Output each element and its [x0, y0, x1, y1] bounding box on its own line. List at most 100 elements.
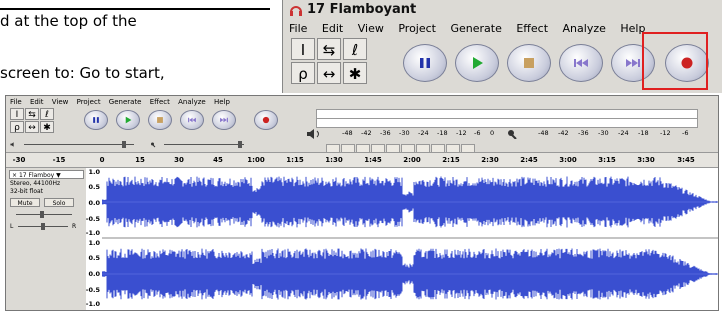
selection-tool[interactable]: I	[291, 38, 315, 60]
ruler-label: 1:00	[247, 156, 265, 164]
ruler-label: 3:15	[598, 156, 616, 164]
main-multi-tool[interactable]: ✱	[40, 121, 54, 133]
meter-tick: -18	[638, 129, 649, 137]
speaker-icon[interactable]	[306, 129, 328, 139]
audacity-window: File Edit View Project Generate Effect A…	[5, 95, 719, 311]
main-stop-button[interactable]	[148, 110, 172, 130]
solo-button[interactable]: Solo	[44, 198, 74, 207]
pan-thumb[interactable]	[41, 223, 45, 230]
input-volume-slider[interactable]	[164, 144, 244, 145]
microphone-icon[interactable]	[506, 129, 526, 139]
track-control-panel: × 17 Flamboy ▼ Stereo, 44100Hz 32-bit fl…	[6, 168, 87, 310]
meter-tick: -6	[682, 129, 689, 137]
track-bit-depth: 32-bit float	[10, 188, 44, 195]
ruler-label: -30	[12, 156, 26, 164]
main-menu-edit[interactable]: Edit	[30, 98, 44, 106]
meter-tick: -6	[474, 129, 481, 137]
output-volume-slider[interactable]	[24, 144, 134, 145]
track-format: Stereo, 44100Hz	[10, 180, 61, 187]
menu-edit[interactable]: Edit	[322, 22, 343, 35]
ruler-label: 3:00	[559, 156, 577, 164]
multi-tool[interactable]: ✱	[343, 62, 367, 84]
waveform-display[interactable]	[102, 168, 718, 310]
track-name-dropdown[interactable]: × 17 Flamboy ▼	[9, 170, 84, 179]
scale-label: -1.0	[85, 300, 100, 308]
menu-file[interactable]: File	[289, 22, 307, 35]
ruler-label: 2:15	[442, 156, 460, 164]
main-selection-tool[interactable]: I	[10, 108, 24, 120]
meter-tick: -36	[578, 129, 589, 137]
main-skip-start-icon	[188, 117, 196, 123]
main-menu-help[interactable]: Help	[214, 98, 230, 106]
main-record-button[interactable]	[254, 110, 278, 130]
ruler-label: 1:30	[325, 156, 343, 164]
ruler-label: 45	[213, 156, 223, 164]
main-envelope-tool[interactable]: ⇆	[25, 108, 39, 120]
main-menu-effect[interactable]: Effect	[150, 98, 170, 106]
stop-button[interactable]	[507, 44, 551, 82]
main-menu-view[interactable]: View	[52, 98, 69, 106]
skip-start-icon	[574, 59, 588, 67]
record-highlight	[642, 32, 708, 90]
main-menu-file[interactable]: File	[10, 98, 22, 106]
main-menu-project[interactable]: Project	[77, 98, 101, 106]
envelope-tool[interactable]: ⇆	[317, 38, 341, 60]
meter-tick: -42	[558, 129, 569, 137]
window-title-text: 17 Flamboyant	[307, 2, 417, 17]
doc-text-line2: screen to: Go to start,	[0, 64, 165, 82]
gain-thumb[interactable]	[40, 211, 44, 218]
main-draw-tool[interactable]: ℓ	[40, 108, 54, 120]
zoomed-toolbar-inset: 17 Flamboyant File Edit View Project Gen…	[282, 0, 722, 93]
page-rule	[0, 8, 270, 10]
scale-label: 0.0	[88, 270, 100, 278]
close-track-icon[interactable]: ×	[12, 172, 17, 179]
menu-project[interactable]: Project	[398, 22, 436, 35]
meter-tick: -36	[380, 129, 391, 137]
skip-to-start-button[interactable]	[559, 44, 603, 82]
output-volume-icon	[10, 142, 14, 147]
pause-icon	[420, 58, 430, 68]
input-volume-thumb[interactable]	[238, 141, 242, 148]
meter-tick: -12	[660, 129, 671, 137]
menu-generate[interactable]: Generate	[450, 22, 501, 35]
ruler-label: 1:15	[286, 156, 304, 164]
scale-label: 0.5	[88, 254, 100, 262]
tools-toolbar: I ⇆ ℓ ρ ↔ ✱	[291, 38, 367, 88]
draw-tool[interactable]: ℓ	[343, 38, 367, 60]
pause-button[interactable]	[403, 44, 447, 82]
mute-button[interactable]: Mute	[10, 198, 40, 207]
ruler-label: 2:30	[481, 156, 499, 164]
play-icon	[473, 57, 483, 69]
scale-label: 1.0	[88, 168, 100, 176]
meter-tick: -24	[618, 129, 629, 137]
main-skip-start-button[interactable]	[180, 110, 204, 130]
menu-analyze[interactable]: Analyze	[563, 22, 606, 35]
menu-effect[interactable]: Effect	[516, 22, 548, 35]
meter-tick: -48	[538, 129, 549, 137]
ruler-label: 3:45	[677, 156, 695, 164]
meter-tick: -18	[437, 129, 448, 137]
main-play-button[interactable]	[116, 110, 140, 130]
ruler-label: 1:45	[364, 156, 382, 164]
stop-icon	[524, 58, 534, 68]
zoom-tool[interactable]: ρ	[291, 62, 315, 84]
main-menu-generate[interactable]: Generate	[109, 98, 142, 106]
main-zoom-tool[interactable]: ρ	[10, 121, 24, 133]
main-pause-button[interactable]	[84, 110, 108, 130]
skip-end-icon	[626, 59, 640, 67]
menu-view[interactable]: View	[358, 22, 384, 35]
edit-toolbar	[326, 140, 476, 155]
ruler-label: 15	[135, 156, 145, 164]
gain-slider[interactable]	[16, 214, 72, 215]
main-timeshift-tool[interactable]: ↔	[25, 121, 39, 133]
output-volume-thumb[interactable]	[122, 141, 126, 148]
meter-tick: -42	[361, 129, 372, 137]
main-pause-icon	[93, 117, 99, 123]
main-menu-analyze[interactable]: Analyze	[178, 98, 206, 106]
main-skip-end-button[interactable]	[212, 110, 236, 130]
timeshift-tool[interactable]: ↔	[317, 62, 341, 84]
main-play-icon	[125, 116, 132, 124]
play-button[interactable]	[455, 44, 499, 82]
menubar: File Edit View Project Generate Effect A…	[289, 22, 656, 35]
timeline-ruler[interactable]: -30 -15 0 15 30 45 1:00 1:15 1:30 1:45 2…	[6, 152, 718, 168]
